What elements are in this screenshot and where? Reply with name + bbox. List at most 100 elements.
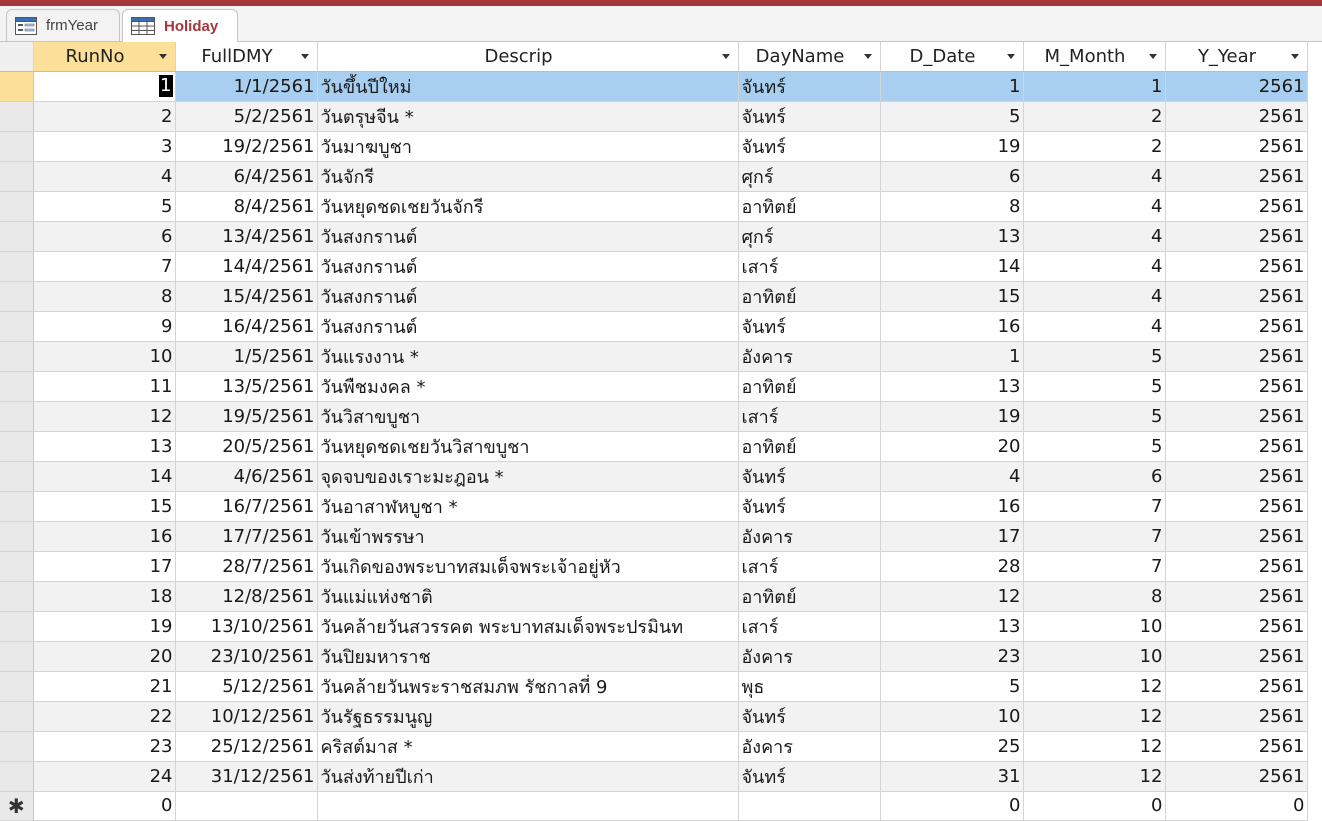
cell-d-date[interactable]: 12 [880, 581, 1024, 612]
cell-d-date[interactable]: 25 [880, 731, 1024, 762]
cell-descrip[interactable]: วันพืชมงคล * [317, 371, 739, 402]
cell-runno[interactable]: 20 [33, 641, 176, 672]
record-selector[interactable] [0, 671, 34, 702]
cell-dayname[interactable]: เสาร์ [738, 401, 881, 432]
cell-descrip[interactable]: วันคล้ายวันพระราชสมภพ รัชกาลที่ 9 [317, 671, 739, 702]
cell-dayname[interactable]: พุธ [738, 671, 881, 702]
cell-descrip[interactable]: วันปิยมหาราช [317, 641, 739, 672]
cell-d-date[interactable]: 0 [880, 791, 1024, 821]
cell-dayname[interactable]: อาทิตย์ [738, 431, 881, 462]
cell-runno[interactable]: 16 [33, 521, 176, 552]
cell-dayname[interactable]: จันทร์ [738, 311, 881, 342]
cell-descrip[interactable]: วันสงกรานต์ [317, 251, 739, 282]
record-selector[interactable] [0, 281, 34, 312]
cell-y-year[interactable]: 2561 [1165, 461, 1308, 492]
cell-y-year[interactable]: 2561 [1165, 371, 1308, 402]
table-row[interactable]: 17 28/7/2561 วันเกิดของพระบาทสมเด็จพระเจ้า… [0, 551, 1308, 582]
cell-descrip[interactable]: วันรัฐธรรมนูญ [317, 701, 739, 732]
table-row[interactable]: 11 13/5/2561 วันพืชมงคล * อาทิตย์ 13 5 2561 [0, 371, 1308, 402]
cell-dayname[interactable]: เสาร์ [738, 551, 881, 582]
cell-descrip[interactable]: วันตรุษจีน * [317, 101, 739, 132]
cell-fulldmy[interactable]: 1/1/2561 [175, 71, 318, 102]
record-selector[interactable] [0, 521, 34, 552]
cell-dayname[interactable]: อังคาร [738, 341, 881, 372]
cell-descrip[interactable]: วันหยุดชดเชยวันจักรี [317, 191, 739, 222]
record-selector[interactable] [0, 581, 34, 612]
cell-descrip[interactable]: วันแรงงาน * [317, 341, 739, 372]
cell-dayname[interactable]: จันทร์ [738, 71, 881, 102]
cell-d-date[interactable]: 13 [880, 221, 1024, 252]
cell-runno[interactable]: 0 [33, 791, 176, 821]
cell-m-month[interactable]: 10 [1023, 641, 1166, 672]
cell-m-month[interactable]: 4 [1023, 311, 1166, 342]
cell-d-date[interactable]: 19 [880, 131, 1024, 162]
cell-runno[interactable]: 21 [33, 671, 176, 702]
table-row[interactable]: 14 4/6/2561 จุดจบของเราะมะฎอน * จันทร์ 4 6 256… [0, 461, 1308, 492]
cell-runno[interactable]: 17 [33, 551, 176, 582]
cell-m-month[interactable]: 4 [1023, 161, 1166, 192]
table-row[interactable]: 13 20/5/2561 วันหยุดชดเชยวันวิสาขบูชา อาทิต… [0, 431, 1308, 462]
table-row[interactable]: 12 19/5/2561 วันวิสาขบูชา เสาร์ 19 5 2561 [0, 401, 1308, 432]
cell-d-date[interactable]: 16 [880, 311, 1024, 342]
cell-m-month[interactable]: 1 [1023, 71, 1166, 102]
cell-runno[interactable]: 24 [33, 761, 176, 792]
cell-fulldmy[interactable]: 19/2/2561 [175, 131, 318, 162]
cell-m-month[interactable]: 0 [1023, 791, 1166, 821]
cell-y-year[interactable]: 2561 [1165, 401, 1308, 432]
dropdown-arrow-icon[interactable] [158, 54, 167, 59]
cell-d-date[interactable]: 20 [880, 431, 1024, 462]
cell-d-date[interactable]: 28 [880, 551, 1024, 582]
record-selector[interactable] [0, 491, 34, 522]
cell-m-month[interactable]: 5 [1023, 401, 1166, 432]
cell-y-year[interactable]: 2561 [1165, 101, 1308, 132]
cell-y-year[interactable]: 2561 [1165, 221, 1308, 252]
record-selector[interactable] [0, 401, 34, 432]
table-row[interactable]: 20 23/10/2561 วันปิยมหาราช อังคาร 23 10 2561 [0, 641, 1308, 672]
table-row[interactable]: 24 31/12/2561 วันส่งท้ายปีเก่า จันทร์ 31 12 25… [0, 761, 1308, 792]
cell-descrip[interactable]: วันหยุดชดเชยวันวิสาขบูชา [317, 431, 739, 462]
dropdown-arrow-icon[interactable] [863, 54, 872, 59]
record-selector[interactable] [0, 461, 34, 492]
cell-m-month[interactable]: 2 [1023, 101, 1166, 132]
cell-y-year[interactable]: 2561 [1165, 641, 1308, 672]
cell-d-date[interactable]: 23 [880, 641, 1024, 672]
cell-d-date[interactable]: 16 [880, 491, 1024, 522]
table-row[interactable]: 22 10/12/2561 วันรัฐธรรมนูญ จันทร์ 10 12 2561 [0, 701, 1308, 732]
cell-y-year[interactable]: 2561 [1165, 521, 1308, 552]
cell-y-year[interactable]: 2561 [1165, 731, 1308, 762]
cell-d-date[interactable]: 14 [880, 251, 1024, 282]
cell-runno[interactable]: 23 [33, 731, 176, 762]
cell-m-month[interactable]: 4 [1023, 281, 1166, 312]
record-selector[interactable] [0, 761, 34, 792]
cell-fulldmy[interactable]: 16/7/2561 [175, 491, 318, 522]
cell-runno[interactable]: 22 [33, 701, 176, 732]
cell-dayname[interactable]: อังคาร [738, 521, 881, 552]
tab-holiday[interactable]: Holiday [122, 9, 238, 42]
cell-fulldmy[interactable]: 17/7/2561 [175, 521, 318, 552]
record-selector[interactable] [0, 161, 34, 192]
record-selector[interactable] [0, 551, 34, 582]
cell-fulldmy[interactable]: 28/7/2561 [175, 551, 318, 582]
cell-fulldmy[interactable]: 15/4/2561 [175, 281, 318, 312]
cell-dayname[interactable]: อังคาร [738, 731, 881, 762]
record-selector[interactable] [0, 641, 34, 672]
cell-fulldmy[interactable]: 4/6/2561 [175, 461, 318, 492]
cell-y-year[interactable]: 2561 [1165, 761, 1308, 792]
cell-runno[interactable]: 10 [33, 341, 176, 372]
cell-fulldmy[interactable]: 6/4/2561 [175, 161, 318, 192]
record-selector[interactable] [0, 341, 34, 372]
cell-fulldmy[interactable]: 5/12/2561 [175, 671, 318, 702]
cell-y-year[interactable]: 2561 [1165, 671, 1308, 702]
cell-y-year[interactable]: 2561 [1165, 281, 1308, 312]
cell-descrip[interactable]: วันส่งท้ายปีเก่า [317, 761, 739, 792]
cell-descrip[interactable]: วันแม่แห่งชาติ [317, 581, 739, 612]
table-row[interactable]: 15 16/7/2561 วันอาสาฬหบูชา * จันทร์ 16 7 2561 [0, 491, 1308, 522]
cell-m-month[interactable]: 12 [1023, 731, 1166, 762]
cell-dayname[interactable]: จันทร์ [738, 701, 881, 732]
cell-dayname[interactable]: จันทร์ [738, 491, 881, 522]
cell-y-year[interactable]: 2561 [1165, 341, 1308, 372]
cell-d-date[interactable]: 6 [880, 161, 1024, 192]
cell-descrip[interactable]: วันเข้าพรรษา [317, 521, 739, 552]
cell-runno[interactable]: 3 [33, 131, 176, 162]
cell-d-date[interactable]: 1 [880, 71, 1024, 102]
